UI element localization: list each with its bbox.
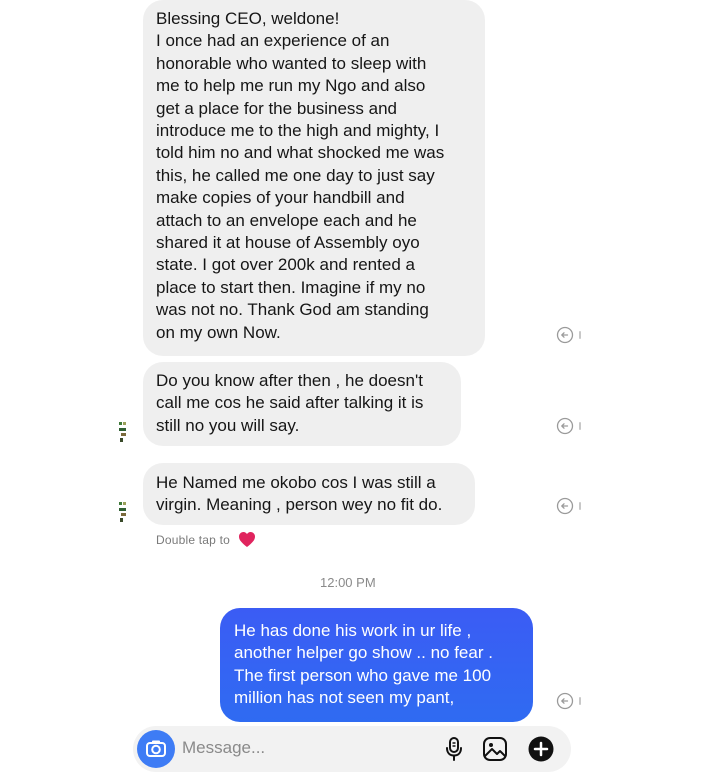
outgoing-message[interactable]: He has done his work in ur life , anothe… xyxy=(220,608,533,722)
more-tick-icon xyxy=(579,697,581,705)
avatar-icon[interactable] xyxy=(118,421,128,443)
gallery-icon[interactable] xyxy=(482,736,508,762)
message-line: me to help me run my Ngo and also xyxy=(156,76,426,96)
message-line: Do you know after then , he doesn't xyxy=(156,371,423,390)
message-line: He has done his work in ur life , xyxy=(234,621,472,640)
double-tap-text: Double tap to xyxy=(156,533,230,547)
message-line: attach to an envelope each and he xyxy=(156,210,417,230)
incoming-message-2[interactable]: Do you know after then , he doesn't call… xyxy=(143,362,461,446)
message-line: virgin. Meaning , person wey no fit do. xyxy=(156,495,443,515)
message-line: call me cos he said after talking it is xyxy=(156,393,424,413)
react-icon[interactable] xyxy=(556,497,574,515)
heart-icon[interactable] xyxy=(238,531,256,548)
message-line: state. I got over 200k and rented a xyxy=(156,255,415,275)
incoming-message-3[interactable]: He Named me okobo cos I was still a virg… xyxy=(143,463,475,525)
message-composer[interactable]: Message... xyxy=(133,726,571,772)
message-line: honorable who wanted to sleep with xyxy=(156,53,427,73)
more-tick-icon xyxy=(579,502,581,510)
avatar-icon[interactable] xyxy=(118,501,128,523)
double-tap-hint: Double tap to xyxy=(156,533,230,547)
message-line: introduce me to the high and mighty, I xyxy=(156,121,440,141)
message-line: shared it at house of Assembly oyo xyxy=(156,233,420,253)
react-icon[interactable] xyxy=(556,417,574,435)
message-line: The first person who gave me 100 xyxy=(234,665,492,685)
message-line: this, he called me one day to just say xyxy=(156,165,435,185)
microphone-icon[interactable] xyxy=(442,736,466,762)
camera-button[interactable] xyxy=(137,730,175,768)
message-line: get a place for the business and xyxy=(156,98,397,118)
react-icon[interactable] xyxy=(556,326,574,344)
message-line: make copies of your handbill and xyxy=(156,188,405,208)
message-line: was not no. Thank God am standing xyxy=(156,300,429,320)
message-input[interactable]: Message... xyxy=(182,738,265,758)
incoming-message-1[interactable]: Blessing CEO, weldone! I once had an exp… xyxy=(143,0,485,356)
message-line: another helper go show .. no fear . xyxy=(234,643,493,663)
message-line: told him no and what shocked me was xyxy=(156,143,445,163)
message-line: still no you will say. xyxy=(156,415,300,435)
message-line: Blessing CEO, weldone! xyxy=(156,9,340,28)
more-tick-icon xyxy=(579,422,581,430)
message-line: I once had an experience of an xyxy=(156,31,390,51)
message-line: million has not seen my pant, xyxy=(234,688,455,708)
timestamp: 12:00 PM xyxy=(320,575,376,590)
camera-icon xyxy=(146,740,166,757)
react-icon[interactable] xyxy=(556,692,574,710)
more-tick-icon xyxy=(579,331,581,339)
message-line: He Named me okobo cos I was still a xyxy=(156,473,436,492)
message-line: on my own Now. xyxy=(156,322,281,342)
plus-icon[interactable] xyxy=(528,736,554,762)
message-line: place to start then. Imagine if my no xyxy=(156,277,426,297)
